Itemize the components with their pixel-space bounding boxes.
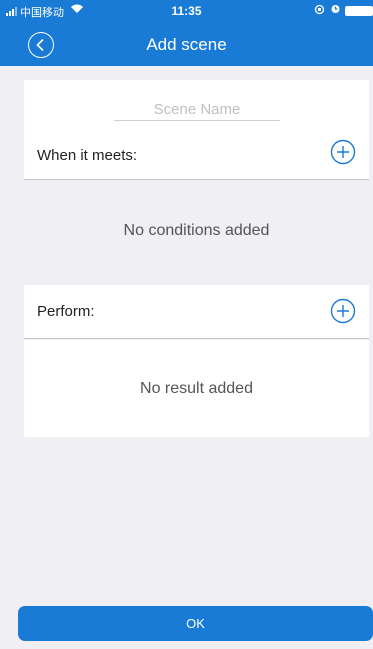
add-condition-button[interactable] [330, 139, 356, 165]
actions-empty-text: No result added [140, 380, 253, 397]
conditions-empty-text: No conditions added [123, 222, 270, 239]
rotation-lock-icon [314, 4, 325, 18]
ok-button[interactable]: OK [18, 606, 373, 641]
conditions-card: When it meets: [24, 80, 369, 180]
status-bar: 中国移动 11:35 [0, 0, 373, 22]
actions-label: Perform: [37, 303, 95, 320]
actions-card: Perform: [24, 285, 369, 339]
add-action-button[interactable] [330, 298, 356, 324]
alarm-icon [330, 3, 341, 17]
battery-icon [345, 6, 373, 16]
scene-name-input[interactable] [114, 99, 280, 121]
actions-empty-area: No result added [24, 340, 369, 437]
plus-circle-icon [330, 298, 356, 324]
plus-circle-icon [330, 139, 356, 165]
page-title: Add scene [146, 35, 227, 54]
conditions-empty-area: No conditions added [24, 180, 369, 285]
conditions-label: When it meets: [37, 147, 138, 164]
app-header: 中国移动 11:35 Add scene [0, 0, 373, 66]
